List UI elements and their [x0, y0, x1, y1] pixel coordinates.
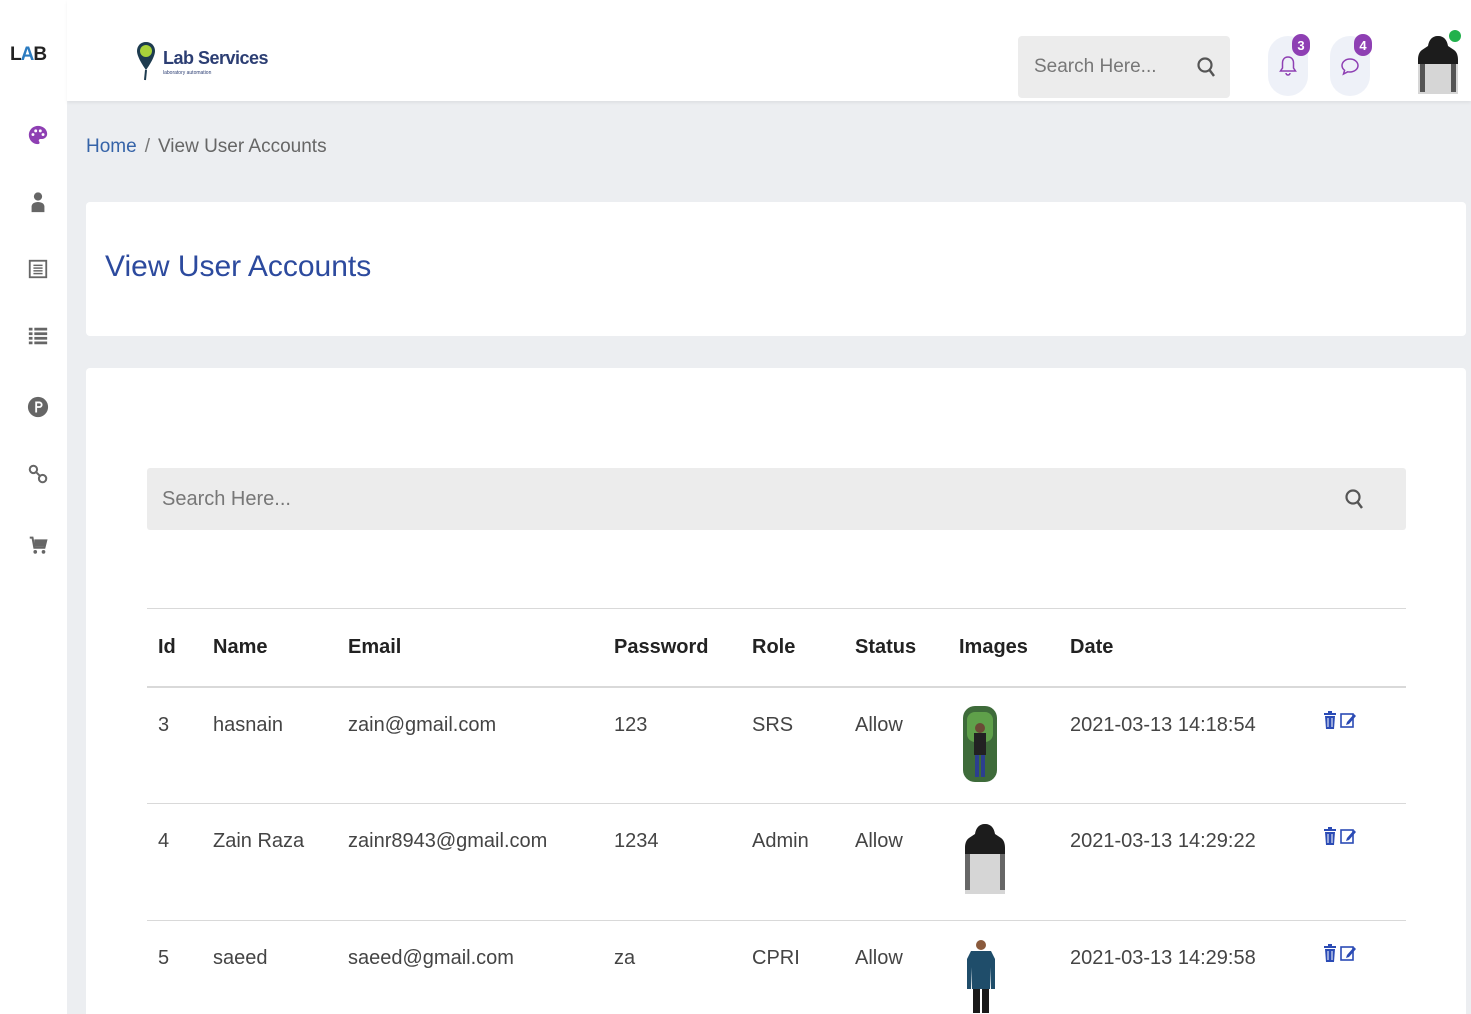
sidebar-item-documents[interactable] — [24, 255, 52, 283]
column-header-actions — [1312, 609, 1406, 687]
bell-icon — [1279, 56, 1297, 76]
breadcrumb-current: View User Accounts — [157, 136, 327, 157]
cell-name: saeed — [213, 947, 268, 969]
cell-role: Admin — [752, 830, 809, 852]
sidebar-logo[interactable]: LAB — [10, 44, 58, 72]
user-accounts-table: Id Name Email Password Role Status Image… — [147, 608, 1406, 1014]
shirt-photo-thumbnail — [967, 940, 995, 1013]
user-photo-thumbnail — [963, 705, 997, 782]
edit-icon[interactable] — [1340, 710, 1356, 730]
column-header-password: Password — [614, 635, 709, 658]
brand-subtitle: laboratory automation — [163, 70, 212, 76]
sidebar-item-dashboard[interactable] — [24, 121, 52, 149]
brand-logo[interactable]: Lab Services laboratory automation — [135, 40, 269, 84]
brand-title: Lab Services — [163, 48, 269, 68]
hoodie-photo-thumbnail — [965, 824, 1005, 894]
sidebar: LAB — [0, 0, 67, 1014]
notifications-button[interactable]: 3 — [1268, 34, 1310, 96]
table-search-box — [147, 468, 1406, 530]
cell-id: 5 — [158, 947, 170, 969]
link-icon — [28, 464, 48, 484]
column-header-role: Role — [752, 635, 796, 658]
cell-id: 4 — [158, 830, 170, 852]
cell-role: SRS — [752, 713, 794, 736]
trash-icon[interactable] — [1323, 943, 1337, 963]
cell-image — [948, 804, 1059, 921]
sidebar-item-cart[interactable] — [24, 531, 52, 559]
messages-button[interactable]: 4 — [1330, 34, 1372, 96]
palette-icon — [28, 125, 48, 145]
cell-date: 2021-03-13 14:29:22 — [1070, 830, 1256, 852]
cell-actions — [1312, 804, 1406, 921]
column-header-email: Email — [348, 635, 402, 658]
breadcrumb-home-link[interactable]: Home — [86, 136, 137, 158]
search-icon[interactable] — [1344, 487, 1364, 511]
online-status-dot — [1449, 30, 1461, 42]
cell-password: za — [614, 947, 636, 969]
cell-password: 1234 — [614, 830, 659, 852]
table-row: 3 hasnain zain@gmail.com 123 SRS Allow 2… — [147, 687, 1406, 804]
sidebar-item-list[interactable] — [24, 322, 52, 350]
topbar: Lab Services laboratory automation 3 4 — [67, 0, 1471, 101]
user-icon — [31, 192, 45, 213]
top-search-box — [1018, 36, 1230, 98]
search-icon[interactable] — [1196, 56, 1216, 78]
breadcrumb: Home / View User Accounts — [86, 136, 327, 158]
column-header-images: Images — [959, 635, 1028, 658]
cell-image — [948, 921, 1059, 1014]
list-icon — [28, 327, 48, 345]
sidebar-item-users[interactable] — [24, 188, 52, 216]
cell-status: Allow — [855, 713, 903, 736]
cell-actions — [1312, 921, 1406, 1014]
column-header-name: Name — [213, 635, 268, 658]
top-search-input[interactable] — [1034, 56, 1184, 78]
cell-email: zainr8943@gmail.com — [348, 830, 548, 852]
document-list-icon — [28, 259, 48, 279]
cell-name: hasnain — [213, 713, 284, 736]
column-header-status: Status — [855, 635, 917, 658]
cell-date: 2021-03-13 14:18:54 — [1070, 713, 1256, 736]
parking-p-icon — [27, 396, 49, 418]
table-row: 5 saeed saeed@gmail.com za CPRI Allow 20… — [147, 921, 1406, 1014]
cell-role: CPRI — [752, 947, 800, 969]
user-accounts-card: Id Name Email Password Role Status Image… — [86, 368, 1466, 1014]
table-row: 4 Zain Raza zainr8943@gmail.com 1234 Adm… — [147, 804, 1406, 921]
trash-icon[interactable] — [1323, 710, 1337, 730]
cell-image — [948, 687, 1059, 804]
cell-name: Zain Raza — [213, 830, 305, 852]
chat-bubble-icon — [1341, 58, 1359, 76]
column-header-id: Id — [158, 635, 176, 658]
cell-id: 3 — [158, 713, 170, 736]
sidebar-item-parking[interactable] — [24, 393, 52, 421]
cell-actions — [1312, 687, 1406, 804]
table-header-row: Id Name Email Password Role Status Image… — [147, 608, 1406, 687]
cart-icon — [29, 536, 48, 554]
column-header-date: Date — [1070, 635, 1114, 658]
notifications-badge: 3 — [1292, 34, 1310, 56]
cell-email: zain@gmail.com — [348, 713, 497, 736]
sidebar-item-links[interactable] — [24, 460, 52, 488]
cell-status: Allow — [855, 830, 903, 852]
messages-badge: 4 — [1354, 34, 1372, 56]
table-search-input[interactable] — [162, 487, 1062, 511]
edit-icon[interactable] — [1340, 943, 1356, 963]
trash-icon[interactable] — [1323, 826, 1337, 846]
edit-icon[interactable] — [1340, 826, 1356, 846]
title-card: View User Accounts — [86, 202, 1466, 336]
map-pin-logo-icon — [137, 42, 155, 81]
cell-date: 2021-03-13 14:29:58 — [1070, 947, 1256, 969]
page-title: View User Accounts — [105, 250, 372, 283]
breadcrumb-separator: / — [144, 136, 150, 157]
cell-password: 123 — [614, 713, 648, 736]
cell-status: Allow — [855, 947, 903, 969]
cell-email: saeed@gmail.com — [348, 947, 514, 969]
